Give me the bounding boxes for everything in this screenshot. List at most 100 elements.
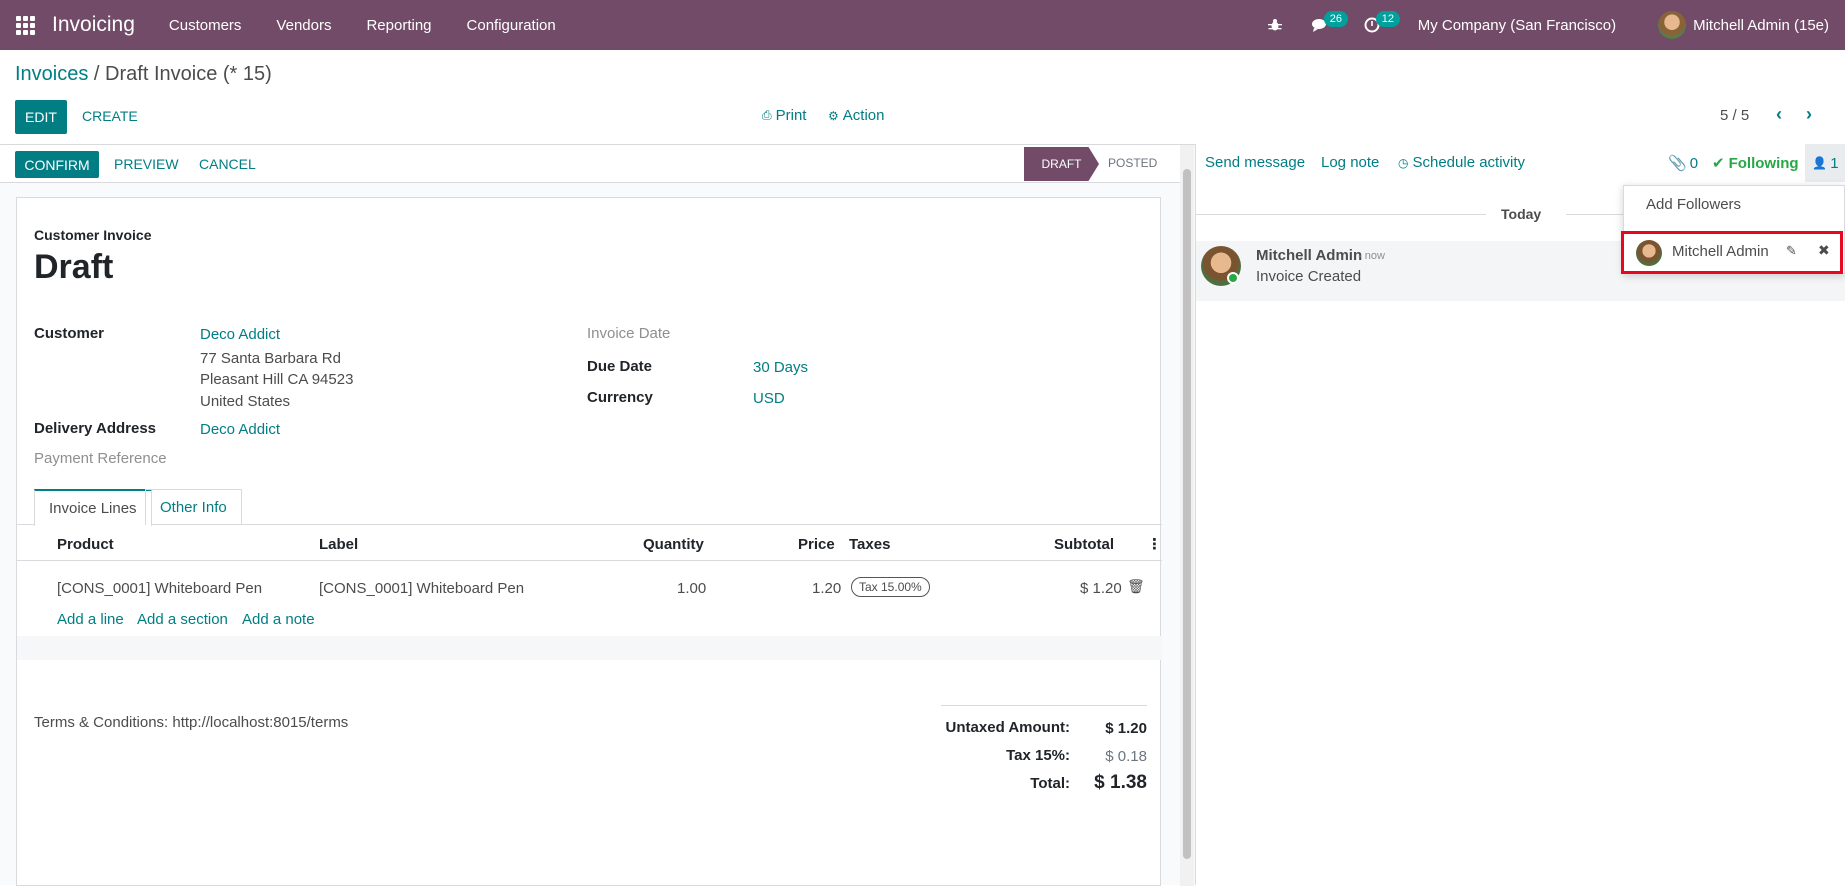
delivery-address-link[interactable]: Deco Addict: [200, 421, 280, 438]
pager-previous-icon[interactable]: ‹: [1776, 104, 1782, 125]
address-line-3: United States: [200, 393, 291, 410]
total-value: $ 1.38: [1094, 772, 1147, 793]
company-switcher[interactable]: My Company (San Francisco): [1418, 17, 1616, 34]
schedule-activity-label: Schedule activity: [1412, 154, 1526, 171]
attachments-count: 0: [1689, 154, 1699, 172]
follower-item[interactable]: Mitchell Admin ✎ ✖: [1621, 231, 1843, 274]
status-draft[interactable]: DRAFT: [1024, 147, 1099, 181]
line-label[interactable]: [CONS_0001] Whiteboard Pen: [319, 580, 524, 597]
address-line-2: Pleasant Hill CA 94523: [200, 371, 354, 388]
col-price[interactable]: Price: [798, 536, 835, 553]
print-icon: ⎙: [762, 108, 772, 122]
col-quantity[interactable]: Quantity: [643, 536, 704, 553]
line-tax-badge[interactable]: Tax 15.00%: [851, 577, 930, 597]
edit-pencil-icon[interactable]: ✎: [1786, 243, 1797, 259]
paperclip-icon: 📎: [1668, 155, 1687, 172]
col-label[interactable]: Label: [319, 536, 358, 553]
line-price[interactable]: 1.20: [812, 580, 841, 597]
following-button[interactable]: ✔ Following: [1712, 154, 1799, 173]
debug-bug-icon[interactable]: [1267, 0, 1282, 50]
message-author[interactable]: Mitchell Admin: [1256, 247, 1362, 264]
breadcrumb: Invoices / Draft Invoice (* 15): [15, 63, 272, 86]
send-message-button[interactable]: Send message: [1205, 154, 1305, 171]
menu-reporting[interactable]: Reporting: [366, 17, 431, 34]
col-subtotal[interactable]: Subtotal: [1054, 536, 1114, 553]
schedule-activity-button[interactable]: ◷ Schedule activity: [1398, 154, 1525, 171]
add-note-link[interactable]: Add a note: [242, 611, 315, 628]
invoice-type: Customer Invoice: [34, 227, 152, 243]
menu-configuration[interactable]: Configuration: [467, 17, 556, 34]
payment-reference-label: Payment Reference: [34, 450, 167, 467]
invoice-name: Draft: [34, 248, 114, 286]
add-line-link[interactable]: Add a line: [57, 611, 124, 628]
tab-other-info[interactable]: Other Info: [145, 489, 242, 525]
clock-icon: ◷: [1398, 155, 1409, 170]
customer-link[interactable]: Deco Addict: [200, 326, 280, 343]
status-posted[interactable]: POSTED: [1108, 156, 1157, 170]
messages-badge: 26: [1323, 11, 1348, 27]
print-button[interactable]: ⎙ Print: [762, 107, 806, 124]
top-navbar: Invoicing Customers Vendors Reporting Co…: [0, 0, 1845, 50]
breadcrumb-separator: /: [88, 63, 106, 85]
pager-next-icon[interactable]: ›: [1806, 104, 1812, 125]
form-scrollbar[interactable]: [1180, 145, 1194, 886]
form-view: CONFIRM PREVIEW CANCEL DRAFT POSTED Cust…: [0, 144, 1195, 886]
check-icon: ✔: [1712, 155, 1725, 172]
terms-conditions: Terms & Conditions: http://localhost:801…: [34, 714, 349, 731]
create-button[interactable]: CREATE: [82, 108, 138, 124]
col-taxes[interactable]: Taxes: [849, 536, 890, 553]
messages-icon[interactable]: 26: [1311, 0, 1348, 50]
attachments-button[interactable]: 📎 0: [1668, 154, 1699, 173]
app-name[interactable]: Invoicing: [52, 13, 135, 37]
print-label: Print: [775, 107, 807, 124]
pager-value[interactable]: 5 / 5: [1720, 107, 1749, 124]
followers-count: 1: [1830, 154, 1839, 172]
tax-value: $ 0.18: [1105, 748, 1147, 765]
following-label: Following: [1728, 154, 1799, 172]
apps-menu-icon[interactable]: [0, 0, 50, 50]
followers-dropdown: Add Followers Mitchell Admin ✎ ✖: [1621, 185, 1845, 274]
line-product[interactable]: [CONS_0001] Whiteboard Pen: [57, 580, 262, 597]
breadcrumb-invoices[interactable]: Invoices: [15, 63, 88, 85]
add-section-link[interactable]: Add a section: [137, 611, 228, 628]
lines-footer-band: [17, 636, 1162, 660]
menu-vendors[interactable]: Vendors: [276, 17, 331, 34]
tab-invoice-lines[interactable]: Invoice Lines: [34, 489, 152, 526]
address-line-1: 77 Santa Barbara Rd: [200, 350, 341, 367]
edit-button[interactable]: EDIT: [15, 100, 67, 134]
confirm-button[interactable]: CONFIRM: [15, 151, 99, 178]
currency-label: Currency: [587, 389, 653, 406]
currency-value[interactable]: USD: [753, 390, 785, 407]
add-followers-item[interactable]: Add Followers: [1646, 196, 1741, 213]
action-button[interactable]: ⚙ Action: [828, 107, 884, 124]
totals-divider: [941, 705, 1147, 706]
preview-button[interactable]: PREVIEW: [114, 156, 179, 172]
log-note-button[interactable]: Log note: [1321, 154, 1379, 171]
user-menu[interactable]: Mitchell Admin (15e): [1658, 11, 1829, 39]
menu-customers[interactable]: Customers: [169, 17, 242, 34]
user-avatar: [1658, 11, 1687, 39]
col-product[interactable]: Product: [57, 536, 114, 553]
header-divider: [17, 560, 1162, 561]
message-body: Invoice Created: [1256, 268, 1362, 285]
invoice-sheet: Customer Invoice Draft Customer Deco Add…: [16, 197, 1162, 886]
trash-icon[interactable]: 🗑: [1127, 578, 1145, 595]
line-subtotal[interactable]: $ 1.20: [1080, 580, 1122, 597]
activities-clock-icon[interactable]: 12: [1364, 0, 1400, 50]
user-icon: 👤: [1812, 156, 1828, 170]
column-options-icon[interactable]: ⋮: [1147, 535, 1162, 553]
customer-label: Customer: [34, 325, 105, 342]
total-label: Total:: [1030, 775, 1070, 792]
line-quantity[interactable]: 1.00: [677, 580, 706, 597]
followers-button[interactable]: 👤 1: [1805, 144, 1845, 182]
activities-badge: 12: [1375, 11, 1400, 27]
follower-name[interactable]: Mitchell Admin: [1672, 243, 1769, 260]
online-status-icon: [1227, 272, 1239, 284]
notebook-tabs: Invoice Lines Other Info: [17, 489, 1162, 526]
remove-close-icon[interactable]: ✖: [1818, 242, 1830, 259]
due-date-value[interactable]: 30 Days: [753, 359, 808, 376]
action-label: Action: [842, 107, 885, 124]
user-name: Mitchell Admin (15e): [1693, 16, 1829, 34]
cancel-button[interactable]: CANCEL: [199, 156, 256, 172]
tax-label: Tax 15%:: [1006, 747, 1070, 764]
